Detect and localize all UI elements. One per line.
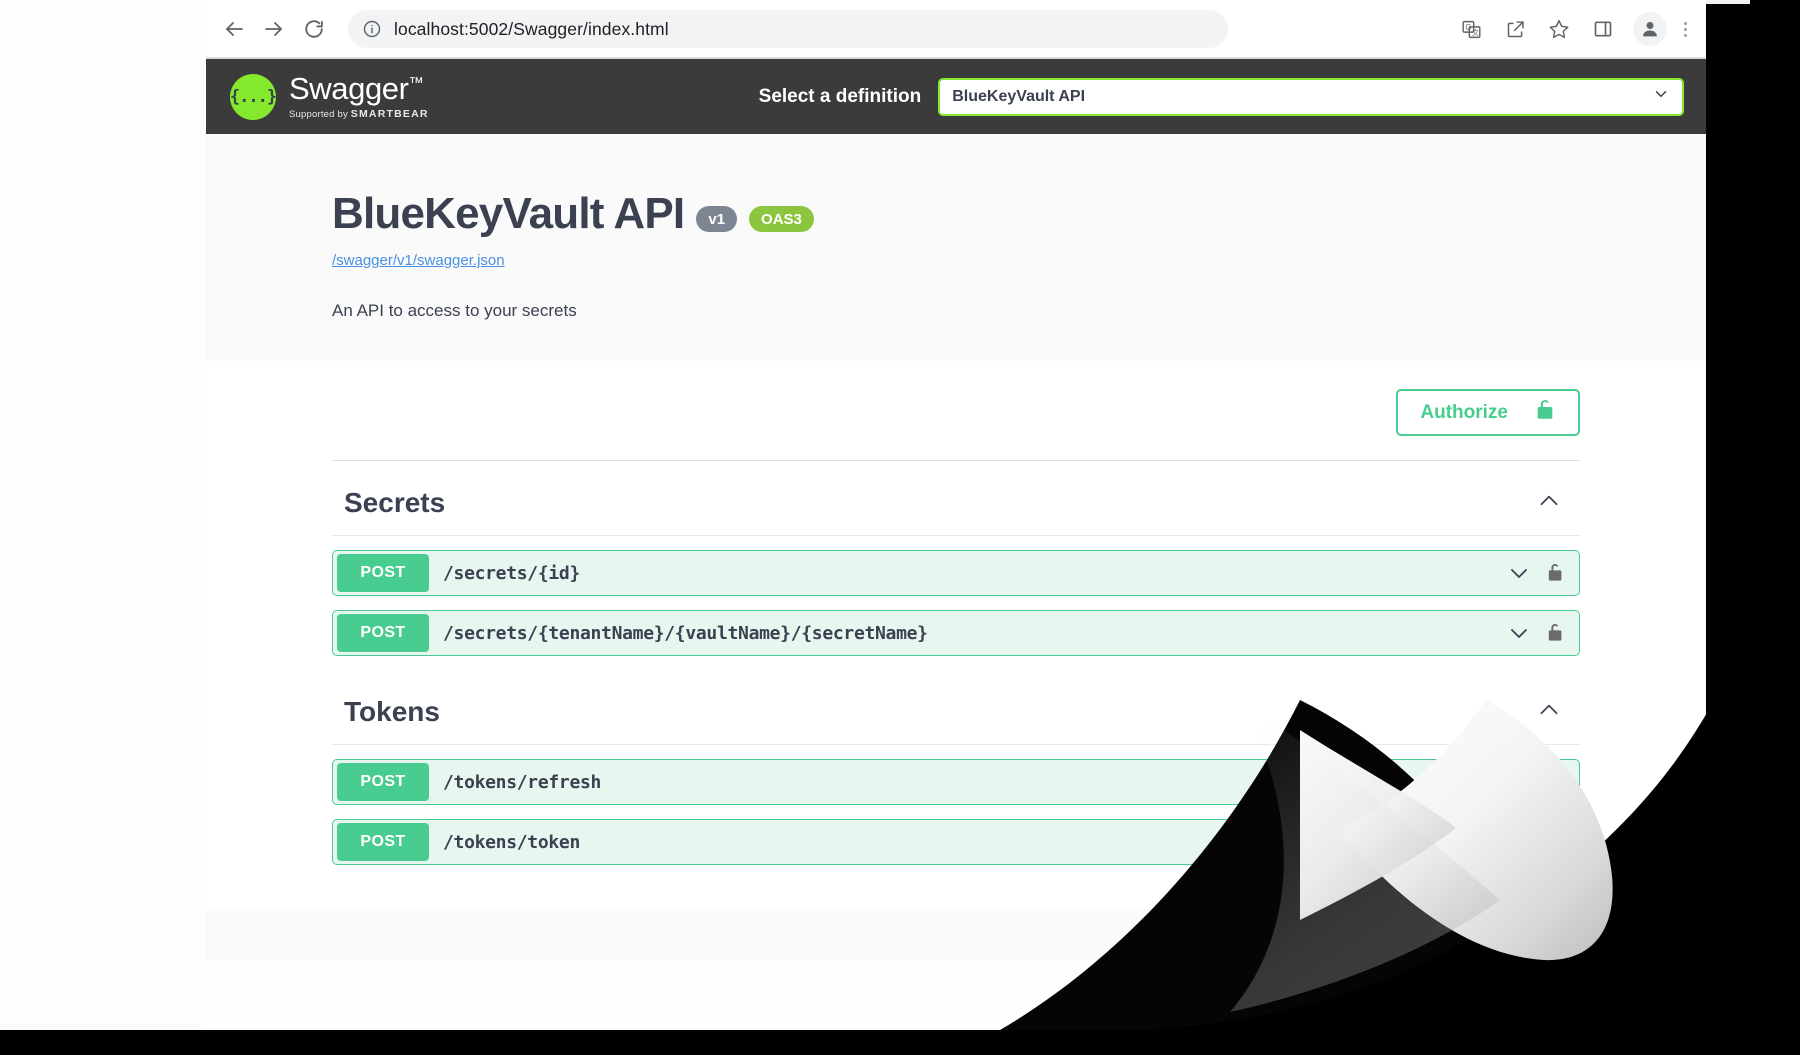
definition-selected-value: BlueKeyVault API: [952, 87, 1086, 105]
swagger-ui: {...} Swagger™ Supported by SMARTBEAR Se…: [206, 59, 1706, 960]
translate-icon[interactable]: G 文: [1452, 10, 1490, 48]
reload-icon: [305, 20, 323, 38]
swagger-logo-icon: {...}: [230, 73, 277, 120]
trademark-symbol: ™: [408, 74, 424, 92]
operation-list-secrets: POST /secrets/{id} POST /secrets/{tenant…: [332, 536, 1580, 656]
operation-path: /tokens/refresh: [443, 771, 602, 793]
authorize-button-label: Authorize: [1420, 401, 1508, 423]
unlock-icon[interactable]: [1545, 622, 1565, 644]
screenshot-root: localhost:5002/Swagger/index.html G 文 {.…: [0, 0, 1800, 1055]
authorize-button[interactable]: Authorize: [1396, 389, 1580, 436]
api-description: An API to access to your secrets: [332, 301, 577, 320]
swagger-supported-by: Supported by SMARTBEAR: [289, 108, 429, 120]
operation-method-badge: POST: [337, 823, 429, 861]
authorize-section: Authorize: [206, 361, 1706, 460]
operation-path: /secrets/{tenantName}/{vaultName}/{secre…: [443, 622, 928, 644]
tag-header-secrets[interactable]: Secrets: [332, 461, 1580, 536]
page-left-margin: [0, 0, 206, 1030]
operation-row[interactable]: POST /secrets/{tenantName}/{vaultName}/{…: [332, 610, 1580, 656]
operation-method-badge: POST: [337, 614, 429, 652]
back-button[interactable]: [214, 9, 254, 49]
unlock-icon[interactable]: [1545, 562, 1565, 584]
bookmark-star-icon[interactable]: [1540, 10, 1578, 48]
swagger-logo-text: Swagger™ Supported by SMARTBEAR: [289, 73, 429, 120]
swagger-wordmark: Swagger™: [289, 71, 424, 106]
oas-badge: OAS3: [749, 206, 814, 232]
chevron-down-icon[interactable]: [1507, 770, 1531, 794]
chevron-down-icon: [1652, 85, 1670, 108]
swagger-logo[interactable]: {...} Swagger™ Supported by SMARTBEAR: [230, 73, 429, 120]
address-bar[interactable]: localhost:5002/Swagger/index.html: [348, 10, 1228, 48]
unlock-icon: [1534, 398, 1556, 428]
chevron-down-icon[interactable]: [1507, 561, 1531, 585]
definition-label: Select a definition: [758, 85, 922, 107]
site-info-icon[interactable]: [362, 19, 382, 39]
share-icon[interactable]: [1496, 10, 1534, 48]
toolbar-actions: G 文: [1449, 10, 1698, 48]
chevron-down-icon[interactable]: [1507, 830, 1531, 854]
version-badge: v1: [696, 206, 738, 232]
operation-list-tokens: POST /tokens/refresh POST /tokens/token: [332, 745, 1580, 865]
more-menu-icon[interactable]: [1672, 10, 1698, 48]
tag-title: Tokens: [344, 696, 440, 727]
svg-text:文: 文: [1472, 28, 1479, 37]
swagger-json-link[interactable]: /swagger/v1/swagger.json: [332, 252, 1580, 269]
tag-title: Secrets: [344, 487, 446, 518]
operation-row[interactable]: POST /tokens/refresh: [332, 759, 1580, 805]
page-title: BlueKeyVault API: [332, 189, 685, 238]
side-panel-icon[interactable]: [1584, 10, 1622, 48]
chevron-down-icon[interactable]: [1507, 621, 1531, 645]
api-title-row: BlueKeyVault API v1 OAS3: [332, 189, 1580, 239]
definition-selector-wrap: Select a definition BlueKeyVault API: [758, 77, 1706, 116]
chevron-up-icon[interactable]: [1536, 697, 1568, 728]
operation-method-badge: POST: [337, 763, 429, 801]
arrow-left-icon: [226, 22, 243, 36]
definition-select[interactable]: BlueKeyVault API: [938, 77, 1684, 116]
operation-path: /secrets/{id}: [443, 562, 580, 584]
forward-button[interactable]: [254, 9, 294, 49]
tag-header-tokens[interactable]: Tokens: [332, 670, 1580, 745]
unlock-icon[interactable]: [1545, 831, 1565, 853]
operation-path: /tokens/token: [443, 831, 580, 853]
url-text[interactable]: localhost:5002/Swagger/index.html: [394, 19, 669, 40]
swagger-topbar: {...} Swagger™ Supported by SMARTBEAR Se…: [206, 59, 1706, 134]
operation-method-badge: POST: [337, 554, 429, 592]
operations-sections: Secrets POST /secrets/{id} POST /secrets…: [206, 460, 1706, 909]
profile-avatar-icon[interactable]: [1633, 12, 1667, 46]
operation-row[interactable]: POST /tokens/token: [332, 819, 1580, 865]
browser-window: localhost:5002/Swagger/index.html G 文 {.…: [206, 0, 1706, 960]
unlock-icon[interactable]: [1545, 771, 1565, 793]
reload-button[interactable]: [294, 9, 334, 49]
browser-toolbar: localhost:5002/Swagger/index.html G 文: [206, 0, 1706, 58]
operation-row[interactable]: POST /secrets/{id}: [332, 550, 1580, 596]
chevron-up-icon[interactable]: [1536, 488, 1568, 519]
api-info-block: BlueKeyVault API v1 OAS3 /swagger/v1/swa…: [206, 134, 1706, 361]
arrow-right-icon: [265, 22, 282, 36]
